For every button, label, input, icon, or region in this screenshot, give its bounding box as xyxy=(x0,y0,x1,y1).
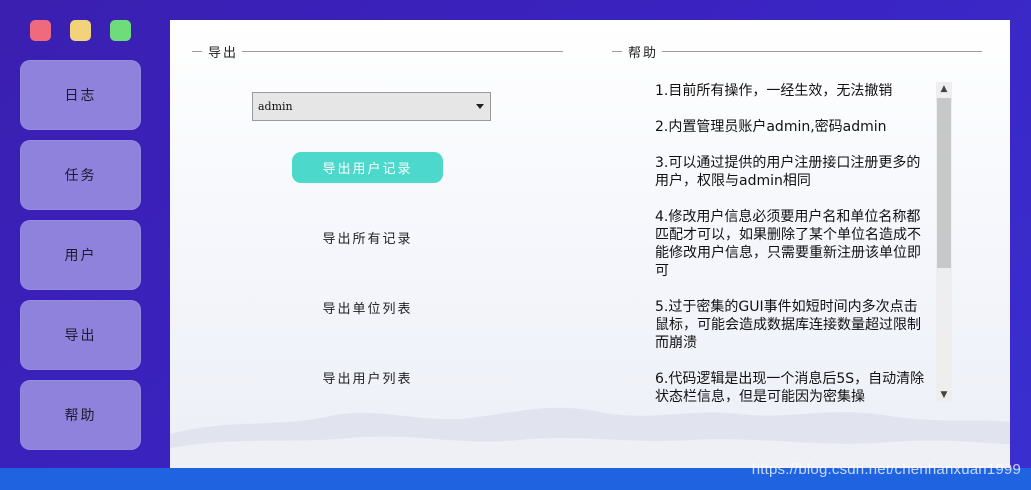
sidebar-item-label: 日志 xyxy=(64,88,97,104)
scroll-down-icon[interactable]: ▼ xyxy=(936,388,952,402)
sidebar-item-label: 帮助 xyxy=(64,408,97,424)
chevron-down-icon[interactable] xyxy=(476,104,484,109)
help-item: 3.可以通过提供的用户注册接口注册更多的用户，权限与admin相同 xyxy=(655,155,921,189)
export-user-records-button[interactable]: 导出用户记录 xyxy=(292,152,443,183)
maximize-window-button[interactable] xyxy=(110,20,131,41)
watermark-text: https://blog.csdn.net/chenhanxuan1999 xyxy=(751,461,1021,478)
export-group-divider xyxy=(242,51,563,52)
sidebar-item-export[interactable]: 导出 xyxy=(20,300,141,370)
minimize-window-button[interactable] xyxy=(70,20,91,41)
help-item: 1.目前所有操作，一经生效，无法撤销 xyxy=(655,83,893,99)
main-panel: 导出 admin 导出用户记录 导出所有记录 导出单位列表 导出用户列表 帮助 … xyxy=(170,20,1010,468)
sidebar-item-tasks[interactable]: 任务 xyxy=(20,140,141,210)
export-all-records-button[interactable]: 导出所有记录 xyxy=(292,225,443,249)
user-select[interactable]: admin xyxy=(252,92,491,121)
user-select-value: admin xyxy=(258,100,293,113)
sidebar-item-help[interactable]: 帮助 xyxy=(20,380,141,450)
sidebar-item-label: 任务 xyxy=(64,168,97,184)
help-item: 6.代码逻辑是出现一个消息后5S，自动清除状态栏信息，但是可能因为密集操 xyxy=(655,371,925,402)
export-unit-list-label: 导出单位列表 xyxy=(322,301,413,317)
export-user-list-button[interactable]: 导出用户列表 xyxy=(292,365,443,389)
help-scrollbar[interactable]: ▲ ▼ xyxy=(936,82,952,402)
export-user-records-label: 导出用户记录 xyxy=(322,162,413,177)
sidebar-item-users[interactable]: 用户 xyxy=(20,220,141,290)
close-window-button[interactable] xyxy=(30,20,51,41)
export-group-divider xyxy=(192,51,202,52)
scrollbar-thumb[interactable] xyxy=(937,98,951,268)
help-group-title: 帮助 xyxy=(628,46,659,61)
help-group-divider xyxy=(612,51,622,52)
help-text-area[interactable]: 1.目前所有操作，一经生效，无法撤销 2.内置管理员账户admin,密码admi… xyxy=(655,82,925,402)
help-item: 2.内置管理员账户admin,密码admin xyxy=(655,119,887,135)
sidebar-item-label: 用户 xyxy=(64,248,97,264)
sidebar-item-label: 导出 xyxy=(64,328,97,344)
scroll-up-icon[interactable]: ▲ xyxy=(936,82,952,96)
help-item: 5.过于密集的GUI事件如短时间内多次点击鼠标，可能会造成数据库连接数量超过限制… xyxy=(655,299,921,351)
sidebar-item-log[interactable]: 日志 xyxy=(20,60,141,130)
export-user-list-label: 导出用户列表 xyxy=(322,371,413,387)
help-item: 4.修改用户信息必须要用户名和单位名称都匹配才可以，如果删除了某个单位名造成不能… xyxy=(655,209,921,279)
export-group-title: 导出 xyxy=(208,46,239,61)
help-group-divider xyxy=(662,51,982,52)
export-all-records-label: 导出所有记录 xyxy=(322,231,413,247)
export-unit-list-button[interactable]: 导出单位列表 xyxy=(292,295,443,319)
